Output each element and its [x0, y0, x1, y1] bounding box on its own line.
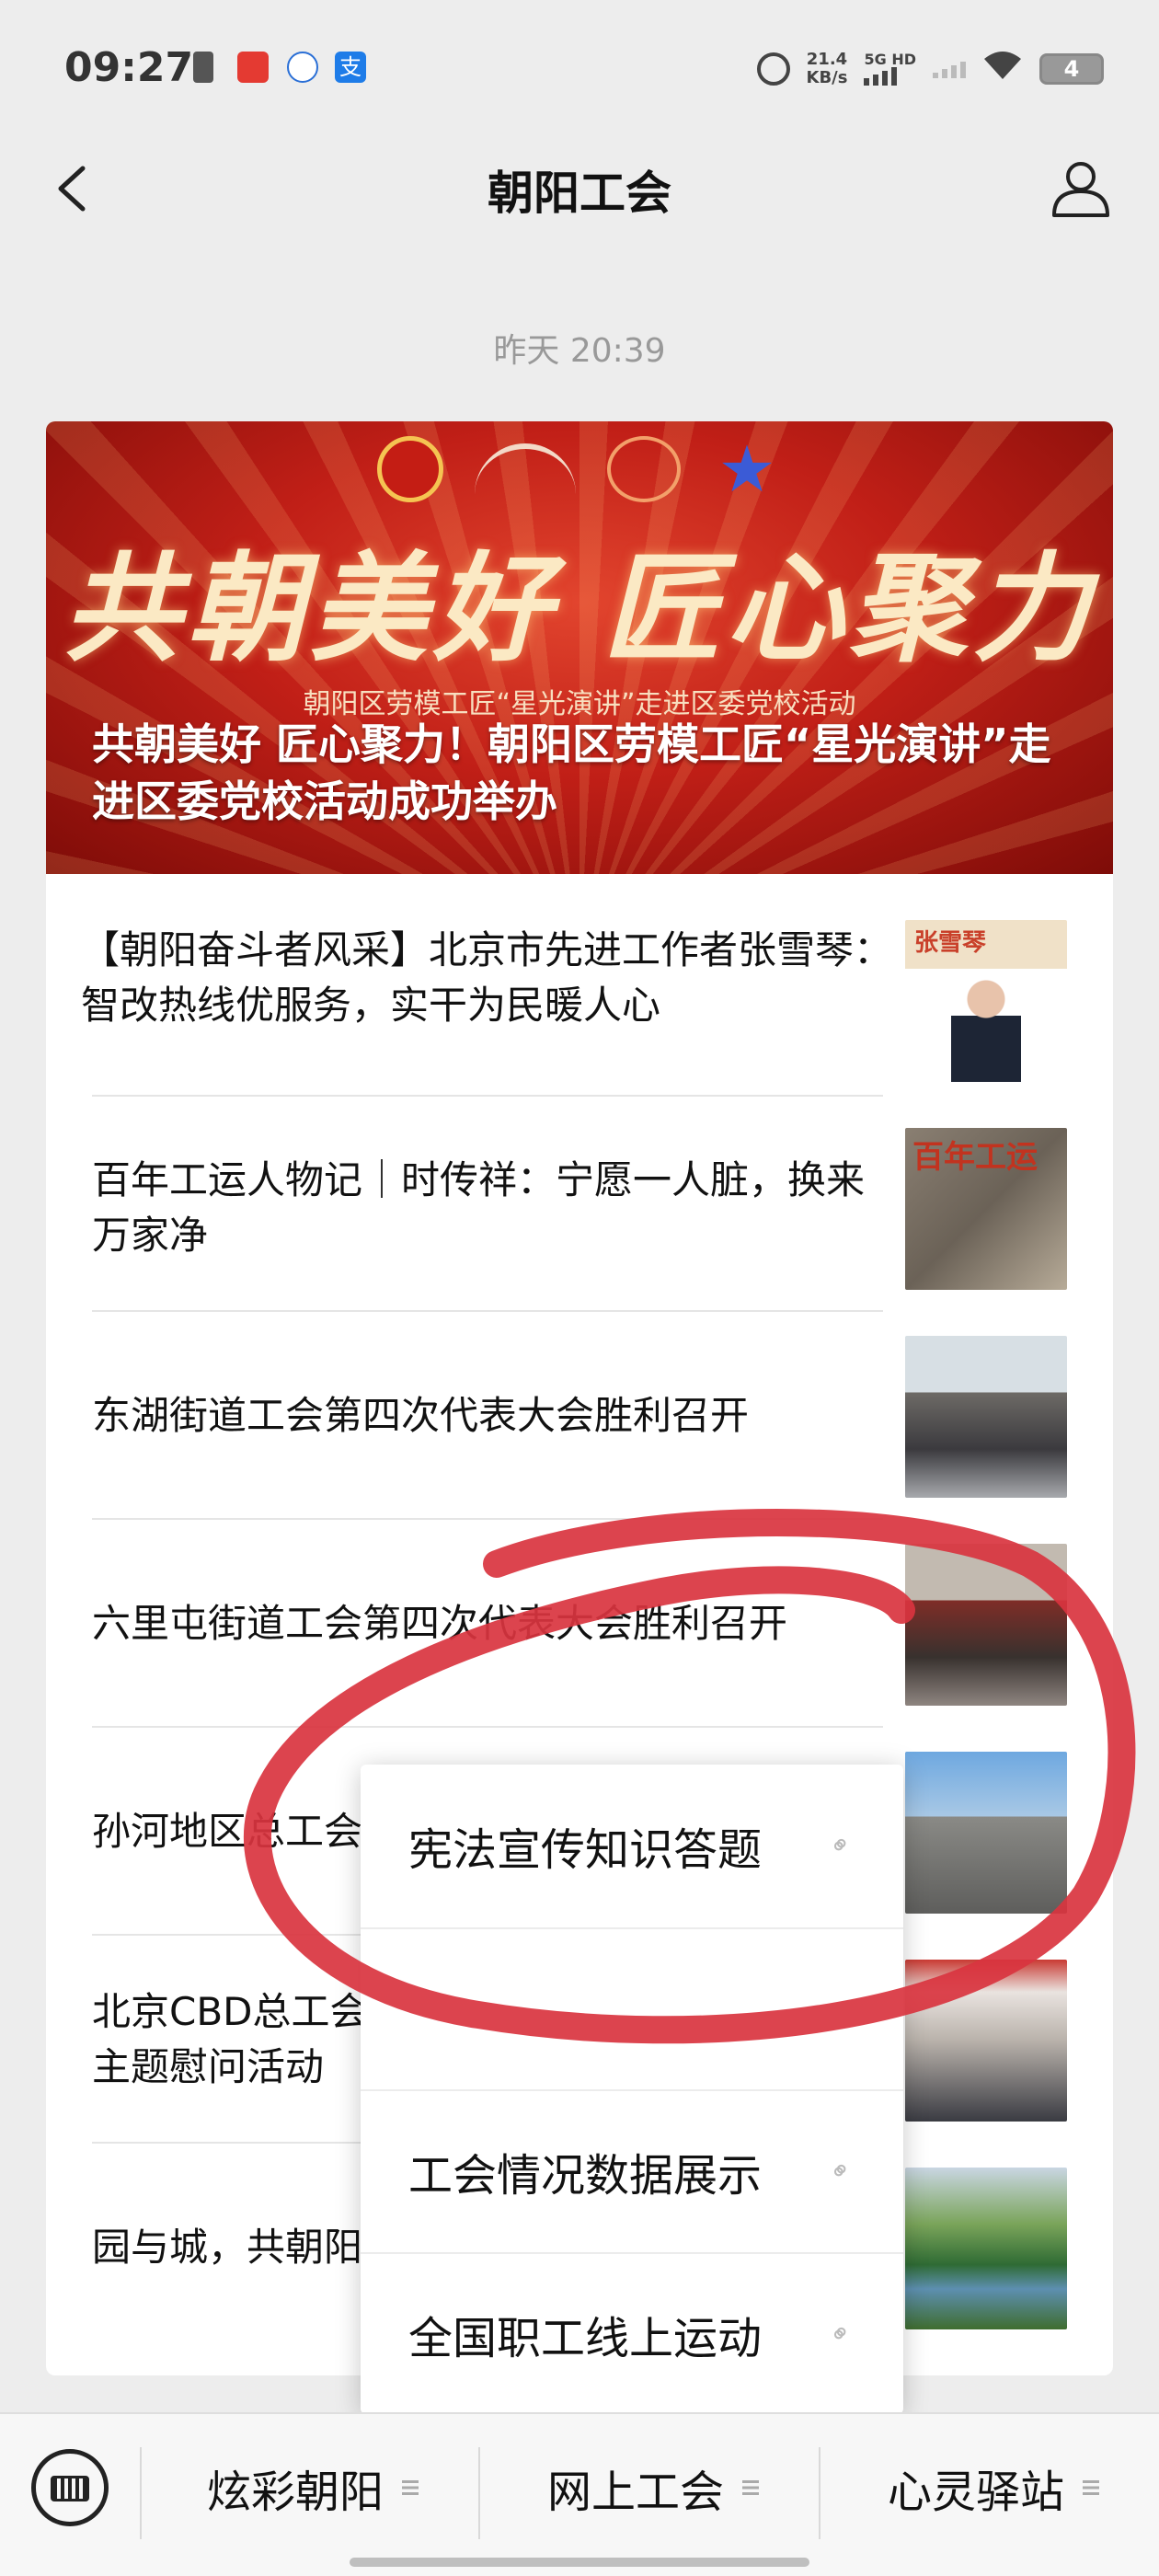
- banner-calligraphy: 共朝美好 匠心聚力: [63, 540, 1096, 678]
- battery-icon: 4: [1039, 53, 1104, 85]
- alarm-icon: [756, 52, 790, 86]
- article-title: 六里屯街道工会第四次代表大会胜利召开: [92, 1601, 788, 1646]
- network-type: 5G HD: [864, 51, 916, 68]
- submenu-icon: [1083, 2480, 1099, 2495]
- list-item[interactable]: 百年工运人物记｜时传祥：宁愿一人脏，换来万家净 百年工运: [92, 1104, 1067, 1312]
- keyboard-icon[interactable]: [31, 2449, 109, 2526]
- profile-icon[interactable]: [1049, 156, 1113, 221]
- bottom-menu-tab[interactable]: 网上工会: [488, 2451, 819, 2524]
- article-thumbnail: [905, 2168, 1067, 2329]
- bottom-menu-tab[interactable]: 炫彩朝阳: [147, 2451, 478, 2524]
- nav-bar: 朝阳工会: [0, 138, 1159, 239]
- wing-logo-icon: [475, 443, 576, 502]
- signal-group: 5G HD: [864, 52, 916, 86]
- page-title: 朝阳工会: [488, 167, 671, 220]
- article-thumbnail: [905, 1752, 1067, 1914]
- article-thumbnail: 百年工运: [905, 1128, 1067, 1290]
- bottom-menu-tab-label: 炫彩朝阳: [206, 2467, 384, 2518]
- article-title: 【朝阳奋斗者风采】北京市先进工作者张雪琴：智改热线优服务，实干为民暖人心: [81, 927, 893, 1028]
- article-thumbnail: [905, 1960, 1067, 2122]
- divider: [92, 1095, 883, 1097]
- net-speed: 21.4 KB/s: [807, 51, 848, 87]
- status-time: 09:27: [64, 44, 194, 91]
- list-item[interactable]: 六里屯街道工会第四次代表大会胜利召开: [92, 1520, 1067, 1728]
- divider: [819, 2447, 820, 2539]
- submenu-item[interactable]: [361, 1926, 903, 2090]
- alipay-icon: 支: [335, 52, 366, 83]
- link-icon: ⚭: [821, 2152, 859, 2190]
- status-bar: 09:27 支 21.4 KB/s 5G HD 4: [0, 0, 1159, 138]
- submenu-popup: 宪法宣传知识答题 ⚭ 工会情况数据展示 ⚭ 全国职工线上运动 ⚭: [361, 1765, 903, 2414]
- home-indicator[interactable]: [350, 2558, 809, 2567]
- union-logo-icon: [377, 436, 443, 502]
- message-timestamp: 昨天 20:39: [493, 332, 666, 370]
- submenu-item[interactable]: 工会情况数据展示 ⚭: [361, 2089, 903, 2252]
- article-title: 东湖街道工会第四次代表大会胜利召开: [92, 1393, 750, 1438]
- thumbnail-caption: 百年工运: [912, 1139, 1038, 1176]
- bottom-menu-tab-label: 心灵驿站: [887, 2467, 1064, 2518]
- signal-icon: [864, 67, 898, 86]
- submenu-item-label: 全国职工线上运动: [408, 2312, 763, 2364]
- app-notification-icon: [287, 52, 318, 83]
- submenu-item-label: 工会情况数据展示: [408, 2150, 763, 2202]
- list-item[interactable]: 东湖街道工会第四次代表大会胜利召开: [92, 1312, 1067, 1520]
- bottom-menu-tab[interactable]: 心灵驿站: [828, 2451, 1159, 2524]
- status-indicators: 21.4 KB/s 5G HD 4: [756, 46, 1104, 92]
- net-speed-value: 21.4: [806, 50, 848, 69]
- list-item[interactable]: 【朝阳奋斗者风采】北京市先进工作者张雪琴：智改热线优服务，实干为民暖人心 张雪琴: [81, 874, 1067, 1097]
- submenu-item-label: 宪法宣传知识答题: [408, 1824, 763, 1877]
- article-thumbnail: [905, 1544, 1067, 1706]
- thumbnail-caption: 张雪琴: [914, 929, 987, 957]
- signal-icon-2: [933, 60, 966, 78]
- divider: [478, 2447, 480, 2539]
- net-speed-unit: KB/s: [806, 68, 848, 87]
- featured-title: 共朝美好 匠心聚力！朝阳区劳模工匠“星光演讲”走进区委党校活动成功举办: [92, 719, 1051, 826]
- link-icon: ⚭: [821, 1826, 859, 1864]
- banner-logos: ★: [46, 436, 1113, 502]
- bottom-menu-tab-label: 网上工会: [546, 2467, 724, 2518]
- article-thumbnail: [905, 1336, 1067, 1498]
- wifi-icon: [982, 50, 1023, 89]
- sim-icon: [193, 52, 213, 83]
- article-title: 百年工运人物记｜时传祥：宁愿一人脏，换来万家净: [92, 1157, 866, 1258]
- featured-article[interactable]: ★ 共朝美好 匠心聚力 朝阳区劳模工匠“星光演讲”走进区委党校活动 共朝美好 匠…: [46, 421, 1113, 874]
- submenu-item[interactable]: 宪法宣传知识答题 ⚭: [361, 1765, 903, 1927]
- portrait-image: [951, 972, 1021, 1082]
- bottom-menu-bar: 炫彩朝阳 网上工会 心灵驿站: [0, 2412, 1159, 2576]
- article-thumbnail: 张雪琴: [905, 920, 1067, 1082]
- app-notification-icon: [237, 52, 269, 83]
- submenu-icon: [402, 2480, 419, 2495]
- submenu-icon: [742, 2480, 759, 2495]
- star-logo-icon: ★: [717, 431, 776, 507]
- submenu-item[interactable]: 全国职工线上运动 ⚭: [361, 2251, 903, 2415]
- five-logo-icon: [607, 436, 681, 502]
- divider: [140, 2447, 142, 2539]
- link-icon: ⚭: [821, 2315, 859, 2352]
